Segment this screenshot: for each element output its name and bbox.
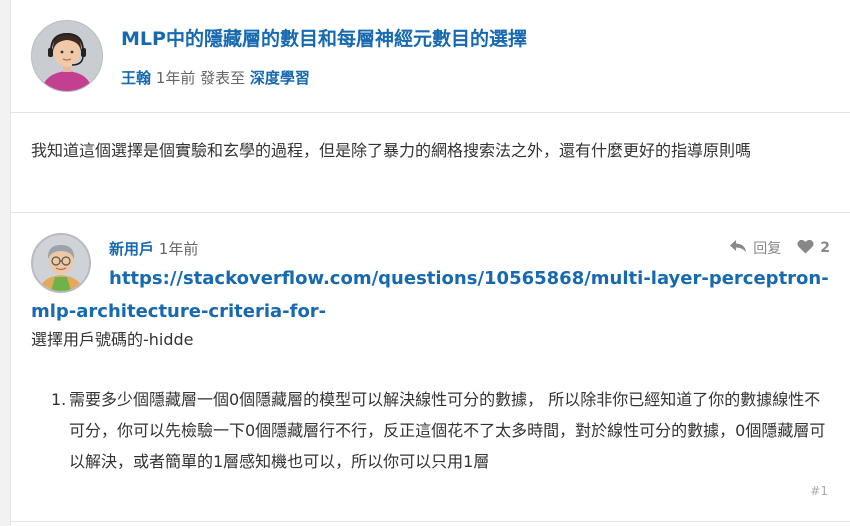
reply-time: 1年前 (158, 240, 199, 258)
question-body: 我知道這個選擇是個實驗和玄學的過程，但是除了暴力的網格搜索法之外，還有什麼更好的… (31, 141, 752, 160)
topic-card: MLP中的隱藏層的數目和每層神經元數目的選擇 王翰 1年前 發表至 深度學習 我… (10, 0, 850, 526)
reply-link[interactable]: https://stackoverflow.com/questions/1056… (31, 262, 831, 328)
reply-meta: 新用戶 1年前 (109, 238, 198, 259)
heart-icon[interactable] (797, 239, 814, 258)
reply-button-label[interactable]: 回复 (753, 238, 781, 258)
author-avatar[interactable] (31, 20, 103, 92)
post-divider (11, 212, 850, 213)
bottom-divider (11, 521, 850, 522)
topic-title[interactable]: MLP中的隱藏層的數目和每層神經元數目的選擇 (121, 24, 527, 51)
reply-text: 選擇用戶號碼的-hidde (31, 330, 194, 349)
category-link[interactable]: 深度學習 (250, 69, 310, 87)
reply-username[interactable]: 新用戶 (109, 240, 154, 258)
reply-actions: 回复 2 (729, 238, 830, 258)
post-number[interactable]: #1 (810, 484, 828, 498)
posted-in-label: 發表至 (200, 69, 246, 87)
list-item: 1. 需要多少個隱藏層一個0個隱藏層的模型可以解決線性可分的數據， 所以除非你已… (51, 384, 831, 477)
topic-header: MLP中的隱藏層的數目和每層神經元數目的選擇 王翰 1年前 發表至 深度學習 (11, 0, 850, 113)
like-count: 2 (820, 240, 830, 256)
list-number: 1. (51, 390, 67, 409)
post-time: 1年前 (155, 69, 196, 87)
reply-icon[interactable] (729, 239, 747, 257)
topic-meta: 王翰 1年前 發表至 深度學習 (121, 67, 310, 88)
author-name[interactable]: 王翰 (121, 69, 151, 87)
list-text: 需要多少個隱藏層一個0個隱藏層的模型可以解決線性可分的數據， 所以除非你已經知道… (69, 390, 826, 471)
